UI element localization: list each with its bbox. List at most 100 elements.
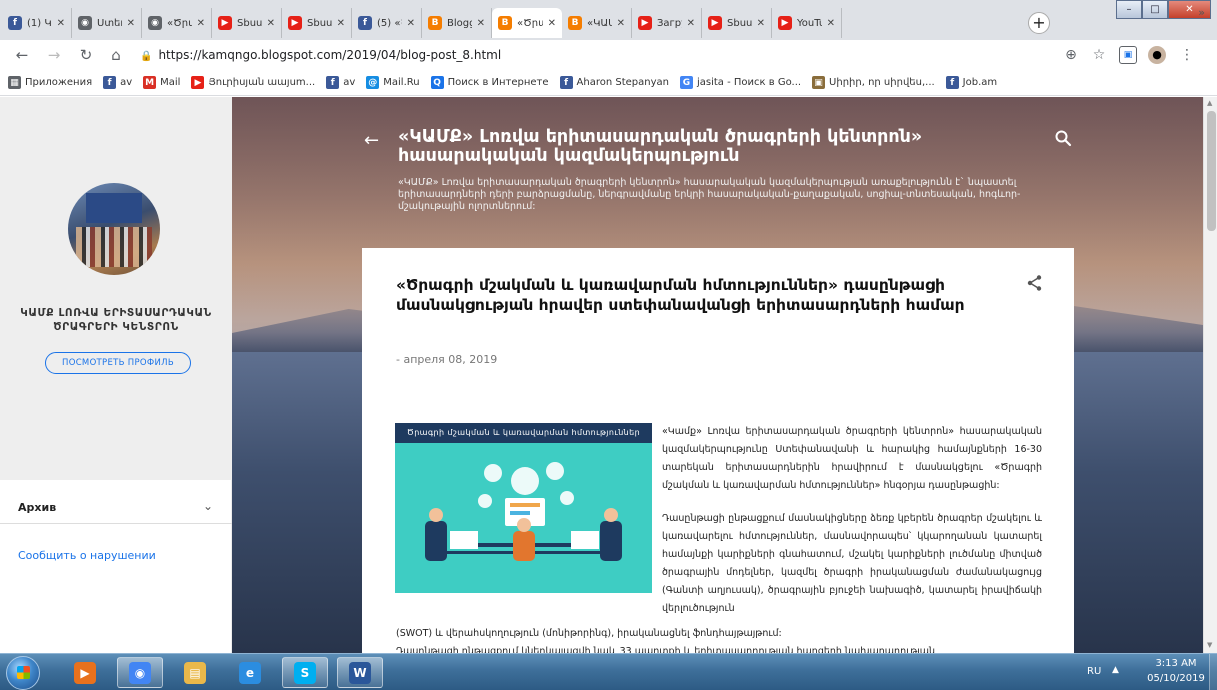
taskbar-app-button[interactable]: e — [227, 657, 273, 688]
tab-favicon-icon: ◉ — [78, 16, 92, 30]
browser-tab[interactable]: ▶ Sbuu ✕ — [282, 8, 352, 38]
internet-explorer-icon: e — [239, 661, 261, 684]
taskbar-app-button[interactable]: W — [337, 657, 383, 688]
org-name: ԿԱՄՔ ԼՈՌՎԱ ԵՐԻՏԱՍԱՐԴԱԿԱՆ ԾՐԱԳՐԵՐԻ ԿԵՆՏՐՈ… — [20, 307, 212, 333]
taskbar-app-button[interactable]: ◉ — [117, 657, 163, 688]
bookmark-item[interactable]: f Job.am — [945, 76, 997, 89]
scroll-down-arrow-icon[interactable]: ▼ — [1207, 641, 1212, 649]
bookmark-item[interactable]: ▣ Սիրիր, որ սիրվես,... — [812, 76, 935, 89]
post-image[interactable]: Ծրագրի մշակման և կառավարման հմտություննե… — [395, 423, 652, 593]
tab-close-icon[interactable]: ✕ — [127, 18, 135, 29]
browser-tab[interactable]: ◉ «Ծրա ✕ — [142, 8, 212, 38]
browser-toolbar: ← → ↻ ⌂ 🔒 https://kamqngo.blogspot.com/20… — [0, 40, 1217, 70]
search-icon[interactable] — [1054, 129, 1072, 147]
teamwork-illustration — [425, 462, 622, 561]
tab-title: YouTu — [797, 17, 822, 29]
new-tab-button[interactable]: + — [1028, 12, 1050, 34]
report-abuse-link[interactable]: Сообщить о нарушении — [18, 549, 156, 562]
browser-tab[interactable]: ◉ Ստեղ ✕ — [72, 8, 142, 38]
tab-list: f (1) ԿԱ ✕ ◉ Ստեղ ✕ ◉ «Ծրա ✕ ▶ Sbuu ✕ ▶ Sbuu ✕ f (5) «Ծ ✕… — [2, 8, 842, 38]
tab-favicon-icon: ◉ — [148, 16, 162, 30]
taskbar-app-button[interactable]: S — [282, 657, 328, 688]
mailru-icon: @ — [366, 76, 380, 89]
url-text: https://kamqngo.blogspot.com/2019/04/blo… — [158, 48, 502, 62]
browser-tab[interactable]: B Blogg ✕ — [422, 8, 492, 38]
tab-close-icon[interactable]: ✕ — [267, 18, 275, 29]
menu-kebab-icon[interactable]: ⋮ — [1178, 46, 1196, 64]
extension-icon[interactable]: ▣ — [1119, 46, 1137, 64]
tab-title: «ԿԱՄ — [587, 17, 612, 29]
browser-tab[interactable]: B «Ծրա ✕ — [492, 8, 562, 38]
browser-tab[interactable]: f (1) ԿԱ ✕ — [2, 8, 72, 38]
bookmark-item[interactable]: M Mail — [143, 76, 180, 89]
tab-close-icon[interactable]: ✕ — [687, 18, 695, 29]
apps-icon: ▦ — [8, 76, 21, 89]
clock-time[interactable]: 3:13 AM — [1146, 658, 1206, 669]
bookmark-star-icon[interactable]: ☆ — [1090, 46, 1108, 64]
bookmark-item[interactable]: f Aharon Stepanyan — [559, 76, 669, 89]
bookmark-item[interactable]: ▶ Յուրիսյան աայսm... — [191, 76, 315, 89]
tab-close-icon[interactable]: ✕ — [407, 18, 415, 29]
photo-people-graphic — [76, 227, 152, 267]
share-icon[interactable] — [1026, 274, 1044, 292]
image-icon: ▣ — [812, 76, 826, 89]
tab-title: Sbuu — [237, 17, 262, 29]
tab-close-icon[interactable]: ✕ — [548, 18, 556, 29]
browser-tab[interactable]: ▶ Sbuu ✕ — [212, 8, 282, 38]
taskbar-app-button[interactable]: ▤ — [172, 657, 218, 688]
archive-section[interactable]: Архив ⌄ — [0, 480, 232, 524]
language-indicator[interactable]: RU — [1087, 666, 1101, 677]
post-card: «Ծրագրի մշակման և կառավարման հմտությունն… — [362, 248, 1074, 653]
tab-favicon-icon: ▶ — [288, 16, 302, 30]
bookmark-item[interactable]: ▦ Приложения — [8, 76, 92, 89]
clock-date[interactable]: 05/10/2019 — [1146, 673, 1206, 684]
post-title[interactable]: «Ծրագրի մշակման և կառավարման հմտությունն… — [396, 275, 986, 315]
zoom-icon[interactable]: ⊕ — [1062, 46, 1080, 64]
chevron-down-icon[interactable]: ⌄ — [203, 499, 213, 513]
bookmark-item[interactable]: @ Mail.Ru — [366, 76, 420, 89]
view-profile-button[interactable]: ПОСМОТРЕТЬ ПРОФИЛЬ — [45, 352, 191, 374]
home-button[interactable]: ⌂ — [106, 45, 126, 65]
post-paragraph-1: «Կամք» Լոռվա երիտասարդական ծրագրերի կենտ… — [662, 426, 1042, 491]
tab-close-icon[interactable]: ✕ — [197, 18, 205, 29]
page-scrollbar[interactable]: ▲ ▼ — [1203, 97, 1217, 653]
scroll-up-arrow-icon[interactable]: ▲ — [1207, 99, 1212, 107]
maximize-button[interactable]: □ — [1142, 0, 1168, 19]
scrollbar-thumb[interactable] — [1207, 111, 1216, 231]
browser-tab[interactable]: B «ԿԱՄ ✕ — [562, 8, 632, 38]
tab-close-icon[interactable]: ✕ — [827, 18, 835, 29]
blog-title[interactable]: «ԿԱՄՔ» Լոռվա երիտասարդական ծրագրերի կենտ… — [398, 128, 1018, 166]
browser-tab[interactable]: f (5) «Ծ ✕ — [352, 8, 422, 38]
browser-tab[interactable]: ▶ Sbuu ✕ — [702, 8, 772, 38]
back-arrow-icon[interactable]: ← — [364, 130, 379, 151]
back-button[interactable]: ← — [12, 45, 32, 65]
forward-button[interactable]: → — [44, 45, 64, 65]
address-bar[interactable]: 🔒 https://kamqngo.blogspot.com/2019/04/bl… — [140, 45, 501, 67]
bookmarks-overflow-button[interactable]: » — [1198, 6, 1205, 19]
tab-close-icon[interactable]: ✕ — [337, 18, 345, 29]
tray-flag-icon[interactable]: ▲ — [1112, 665, 1119, 675]
bookmark-item[interactable]: Q Поиск в Интернете — [430, 76, 549, 89]
tab-close-icon[interactable]: ✕ — [477, 18, 485, 29]
browser-tab[interactable]: ▶ Загру ✕ — [632, 8, 702, 38]
start-button[interactable] — [6, 656, 40, 690]
profile-avatar-icon[interactable]: ● — [1148, 46, 1166, 64]
browser-tab[interactable]: ▶ YouTu ✕ — [772, 8, 842, 38]
tab-close-icon[interactable]: ✕ — [617, 18, 625, 29]
tab-close-icon[interactable]: ✕ — [57, 18, 65, 29]
explorer-folder-icon: ▤ — [184, 661, 206, 684]
bookmark-label: Aharon Stepanyan — [576, 77, 669, 88]
bookmark-item[interactable]: f av — [326, 76, 355, 89]
bookmark-item[interactable]: Gjasita - Поиск в Go... — [679, 76, 801, 89]
taskbar-app-button[interactable]: ▶ — [62, 657, 108, 688]
bookmark-item[interactable]: f av — [103, 76, 132, 89]
profile-photo[interactable] — [68, 183, 160, 275]
archive-label: Архив — [18, 501, 57, 514]
tab-title: (1) ԿԱ — [27, 17, 52, 29]
reload-button[interactable]: ↻ — [76, 45, 96, 65]
post-paragraph-2: Դասընթացի ընթացքում մասնակիցները ձեռք կբ… — [662, 513, 1042, 614]
show-desktop-button[interactable] — [1209, 654, 1217, 690]
tab-title: Blogg — [447, 17, 472, 29]
minimize-button[interactable]: – — [1116, 0, 1142, 19]
tab-close-icon[interactable]: ✕ — [757, 18, 765, 29]
